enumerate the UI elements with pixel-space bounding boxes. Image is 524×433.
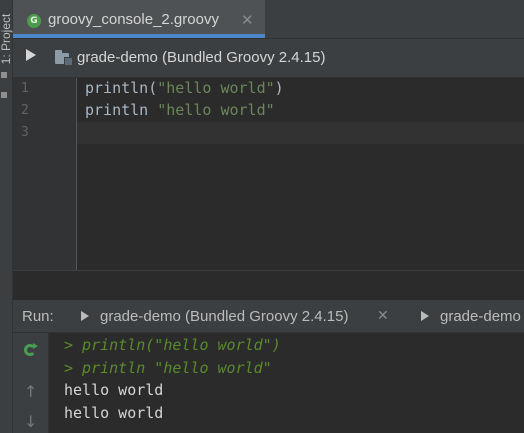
code-token: )	[274, 79, 284, 97]
line-number: 1	[21, 81, 29, 96]
console-output-line: hello world	[64, 381, 164, 399]
arrow-down-icon[interactable]: ↓	[24, 414, 37, 430]
run-tool-window-header: Run: grade-demo (Bundled Groovy 2.4.15) …	[13, 300, 524, 333]
code-line[interactable]: println "hello world"	[85, 101, 275, 119]
close-icon[interactable]: ✕	[241, 11, 254, 29]
caret-row-highlight	[13, 122, 524, 144]
code-editor[interactable]: 1 2 3 println("hello world") println "he…	[13, 78, 524, 270]
code-token: println	[85, 101, 158, 119]
console-output[interactable]: > println("hello world") > println "hell…	[49, 333, 524, 433]
console-echo-line: > println("hello world")	[64, 336, 281, 354]
project-tool-window-button[interactable]: 1: Project	[0, 10, 13, 80]
rerun-icon[interactable]	[24, 343, 38, 356]
run-config-icon	[421, 311, 429, 321]
console-output-line: hello world	[64, 404, 164, 422]
console-toolbar: grade-demo (Bundled Groovy 2.4.15)	[13, 39, 524, 78]
run-side-toolbar: ↑ ↓	[13, 333, 49, 433]
code-line[interactable]: println("hello world")	[85, 79, 284, 97]
panel-splitter[interactable]	[13, 270, 524, 301]
module-selector[interactable]: grade-demo (Bundled Groovy 2.4.15)	[77, 49, 325, 66]
tool-strip-marker	[1, 72, 7, 78]
run-config-icon	[81, 311, 89, 321]
line-number: 3	[21, 125, 29, 140]
string-literal: "hello world"	[157, 101, 275, 119]
left-tool-strip: 1: Project	[0, 0, 13, 433]
tab-title: groovy_console_2.groovy	[48, 11, 219, 28]
line-number: 2	[21, 103, 29, 118]
arrow-up-icon[interactable]: ↑	[24, 384, 37, 400]
editor-tab-bar: G groovy_console_2.groovy ✕	[13, 0, 524, 39]
run-tab-grade-demo-bundled[interactable]: grade-demo (Bundled Groovy 2.4.15) ✕	[81, 300, 411, 332]
run-icon[interactable]	[26, 49, 36, 61]
groovy-file-icon: G	[27, 14, 41, 28]
run-tab-label: grade-demo (Bundled Groovy 2.4.15)	[100, 308, 349, 325]
line-number-gutter: 1 2 3	[13, 78, 77, 270]
run-panel-title: Run:	[22, 308, 54, 325]
tool-strip-marker	[1, 92, 7, 98]
code-token: println(	[85, 79, 158, 97]
close-icon[interactable]: ✕	[377, 308, 389, 324]
run-tab-grade-demo[interactable]: grade-demo	[421, 300, 524, 332]
string-literal: "hello world"	[157, 79, 275, 97]
editor-tab-groovy-console[interactable]: G groovy_console_2.groovy ✕	[13, 0, 265, 38]
run-tab-label: grade-demo	[440, 308, 521, 325]
project-tool-label: 1: Project	[0, 13, 13, 65]
active-tab-indicator	[13, 34, 265, 38]
module-icon	[55, 50, 73, 66]
console-echo-line: > println "hello world"	[64, 359, 272, 377]
